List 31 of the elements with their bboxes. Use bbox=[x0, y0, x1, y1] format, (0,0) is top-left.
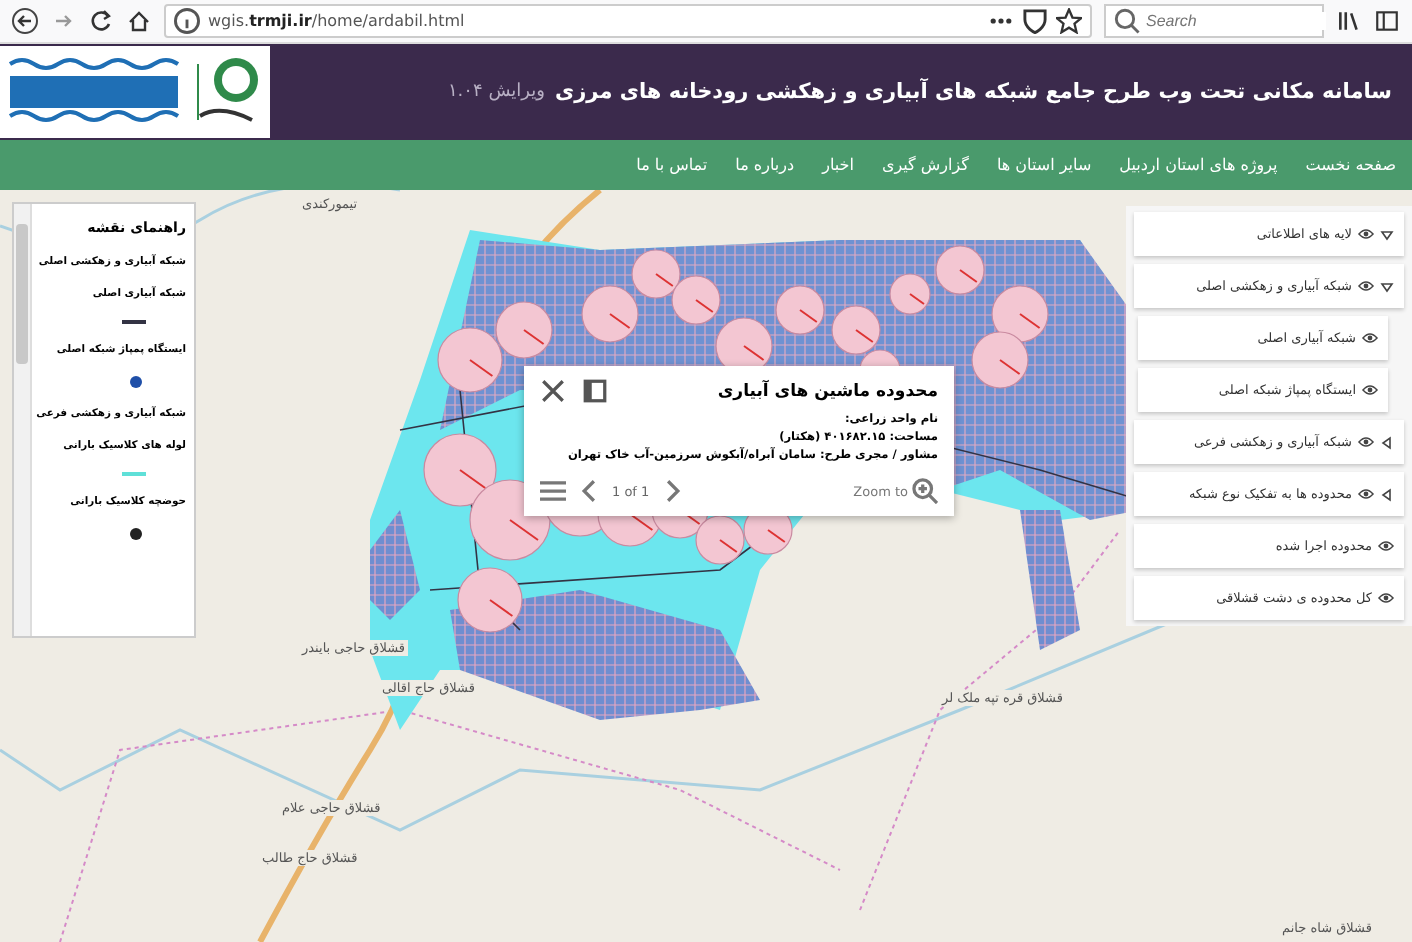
eye-icon[interactable] bbox=[1362, 332, 1378, 344]
reload-icon[interactable] bbox=[88, 8, 114, 34]
scrollbar[interactable] bbox=[14, 204, 32, 636]
eye-icon[interactable] bbox=[1358, 488, 1374, 500]
menu-icon[interactable] bbox=[540, 478, 566, 504]
caret-down-icon[interactable] bbox=[1380, 279, 1394, 293]
popup-title: محدوده ماشین های آبیاری bbox=[717, 381, 938, 401]
eye-icon[interactable] bbox=[1362, 384, 1378, 396]
search-icon bbox=[1114, 8, 1140, 34]
version-label: ویرایش ۱.۰۴ bbox=[447, 82, 545, 102]
eye-icon[interactable] bbox=[1378, 540, 1394, 552]
eye-icon[interactable] bbox=[1358, 280, 1374, 292]
info-icon[interactable] bbox=[174, 8, 200, 34]
back-icon[interactable] bbox=[12, 8, 38, 34]
caret-down-icon[interactable] bbox=[1380, 227, 1394, 241]
library-icon[interactable] bbox=[1336, 8, 1362, 34]
dock-icon[interactable] bbox=[582, 378, 608, 404]
site-title: سامانه مکانی تحت وب طرح جامع شبکه های آبیاری و زهکشی رودخانه های مرزی bbox=[555, 80, 1392, 104]
caret-left-icon[interactable] bbox=[1380, 435, 1394, 449]
search-field[interactable]: Search bbox=[1104, 4, 1324, 38]
close-icon[interactable] bbox=[540, 378, 566, 404]
eye-icon[interactable] bbox=[1358, 228, 1374, 240]
sidebar-icon[interactable] bbox=[1374, 8, 1400, 34]
star-icon[interactable] bbox=[1056, 8, 1082, 34]
eye-icon[interactable] bbox=[1358, 436, 1374, 448]
address-bar[interactable]: wgis.trmji.ir/home/ardabil.html bbox=[164, 4, 1092, 38]
zoom-in-icon bbox=[912, 478, 938, 504]
home-icon[interactable] bbox=[126, 8, 152, 34]
caret-left-icon[interactable] bbox=[1380, 487, 1394, 501]
eye-icon[interactable] bbox=[1378, 592, 1394, 604]
shield-icon[interactable] bbox=[1022, 8, 1048, 34]
